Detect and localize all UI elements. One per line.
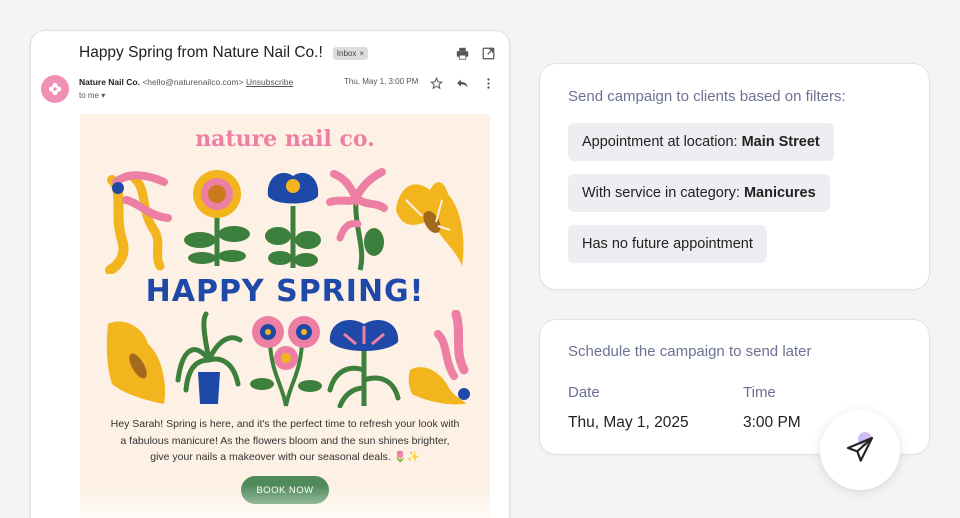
open-in-new-icon[interactable] bbox=[481, 46, 495, 60]
filter-chip-prefix: With service in category: bbox=[582, 185, 740, 201]
email-subject: Happy Spring from Nature Nail Co.! bbox=[79, 44, 323, 61]
email-date: Thu, May 1, 3:00 PM bbox=[344, 77, 419, 86]
filter-chip-value: Manicures bbox=[743, 185, 816, 201]
time-label: Time bbox=[743, 384, 776, 401]
recipient-text: to me bbox=[79, 91, 100, 100]
filter-chip-no-future-appointment[interactable]: Has no future appointment bbox=[568, 225, 767, 263]
send-button[interactable] bbox=[820, 410, 900, 490]
flower-illustration-7 bbox=[175, 311, 243, 404]
filter-chip-value: Main Street bbox=[741, 134, 820, 150]
schedule-title: Schedule the campaign to send later bbox=[568, 343, 812, 360]
date-value[interactable]: Thu, May 1, 2025 bbox=[568, 414, 689, 432]
filters-title: Send campaign to clients based on filter… bbox=[568, 88, 846, 105]
filter-chip-service[interactable]: With service in category: Manicures bbox=[568, 174, 830, 212]
flower-avatar-icon bbox=[48, 82, 62, 96]
flower-illustration-9 bbox=[327, 320, 401, 408]
filter-chip-prefix: Appointment at location: bbox=[582, 134, 738, 150]
sender-name: Nature Nail Co. bbox=[79, 77, 140, 87]
flower-illustration-8 bbox=[250, 316, 322, 407]
flower-illustration-6 bbox=[106, 321, 166, 404]
filters-card: Send campaign to clients based on filter… bbox=[540, 64, 929, 289]
newsletter-content: nature nail co. HAPPY SPRING! Hey Sarah!… bbox=[80, 114, 490, 518]
reply-icon[interactable] bbox=[455, 76, 469, 90]
sender-email: <hello@naturenailco.com> bbox=[142, 77, 244, 87]
time-value[interactable]: 3:00 PM bbox=[743, 414, 801, 432]
flower-illustration-5 bbox=[396, 182, 464, 266]
print-icon[interactable] bbox=[455, 46, 469, 60]
date-label: Date bbox=[568, 384, 600, 401]
brand-logo: nature nail co. bbox=[195, 126, 375, 152]
filter-chip-location[interactable]: Appointment at location: Main Street bbox=[568, 123, 834, 161]
inbox-label-text: Inbox bbox=[336, 48, 357, 58]
more-icon[interactable] bbox=[481, 76, 495, 90]
star-icon[interactable] bbox=[429, 76, 443, 90]
newsletter-body-text: Hey Sarah! Spring is here, and it's the … bbox=[110, 418, 460, 463]
flower-illustration-2 bbox=[184, 170, 250, 266]
inbox-label-remove[interactable]: × bbox=[359, 49, 364, 58]
email-preview-window: Happy Spring from Nature Nail Co.! Inbox… bbox=[31, 31, 509, 518]
flower-illustration-4 bbox=[326, 168, 388, 271]
flower-illustration-10 bbox=[408, 310, 470, 405]
sender-avatar[interactable] bbox=[41, 75, 69, 103]
flower-illustration-3 bbox=[265, 172, 321, 268]
flower-illustration-1 bbox=[105, 171, 172, 274]
subject-row: Happy Spring from Nature Nail Co.! Inbox… bbox=[79, 44, 369, 62]
unsubscribe-link[interactable]: Unsubscribe bbox=[246, 77, 293, 87]
recipient-line[interactable]: to me ▾ bbox=[79, 91, 105, 100]
newsletter-headline: HAPPY SPRING! bbox=[145, 274, 425, 309]
filter-chip-prefix: Has no future appointment bbox=[582, 236, 753, 252]
inbox-label[interactable]: Inbox × bbox=[332, 46, 369, 60]
send-icon bbox=[846, 436, 874, 462]
book-now-button[interactable]: BOOK NOW bbox=[241, 476, 329, 504]
chevron-down-icon[interactable]: ▾ bbox=[101, 91, 105, 100]
sender-line: Nature Nail Co. <hello@naturenailco.com>… bbox=[79, 77, 293, 87]
